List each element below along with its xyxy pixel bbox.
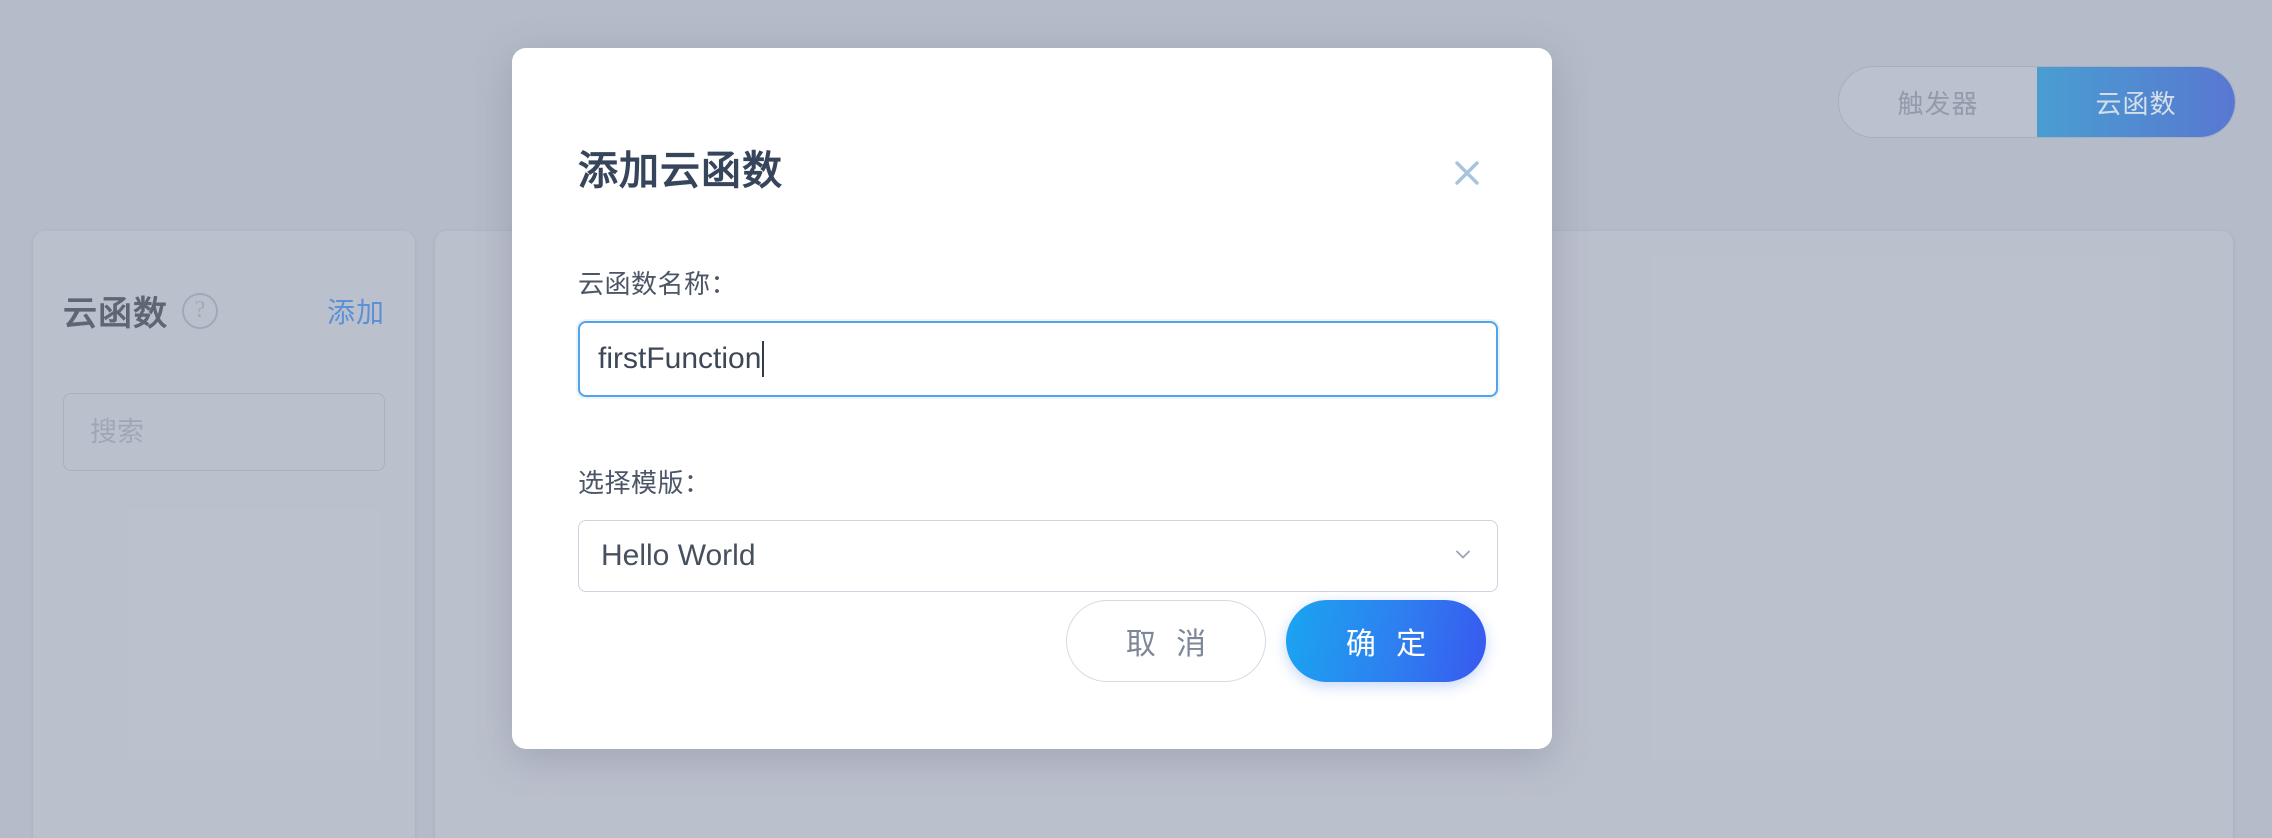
function-name-input[interactable]: firstFunction: [578, 321, 1498, 397]
modal-actions: 取 消 确 定: [578, 600, 1486, 682]
text-caret: [762, 341, 765, 377]
template-select-label: 选择模版：: [578, 468, 711, 498]
modal-form: 云函数名称： firstFunction 选择模版： Hello World: [578, 264, 1498, 592]
cancel-button[interactable]: 取 消: [1066, 600, 1266, 682]
add-cloud-function-modal: 添加云函数 云函数名称： firstFunction 选择模版： Hello W…: [512, 48, 1552, 749]
function-name-label: 云函数名称：: [578, 269, 738, 299]
confirm-button[interactable]: 确 定: [1286, 600, 1486, 682]
chevron-down-icon: [1451, 542, 1475, 571]
form-spacer: [578, 397, 1486, 463]
function-name-input-value: firstFunction: [598, 342, 762, 375]
template-select[interactable]: Hello World: [578, 520, 1498, 592]
close-icon[interactable]: [1444, 150, 1490, 196]
modal-title: 添加云函数: [578, 149, 783, 193]
template-select-value: Hello World: [601, 539, 756, 572]
